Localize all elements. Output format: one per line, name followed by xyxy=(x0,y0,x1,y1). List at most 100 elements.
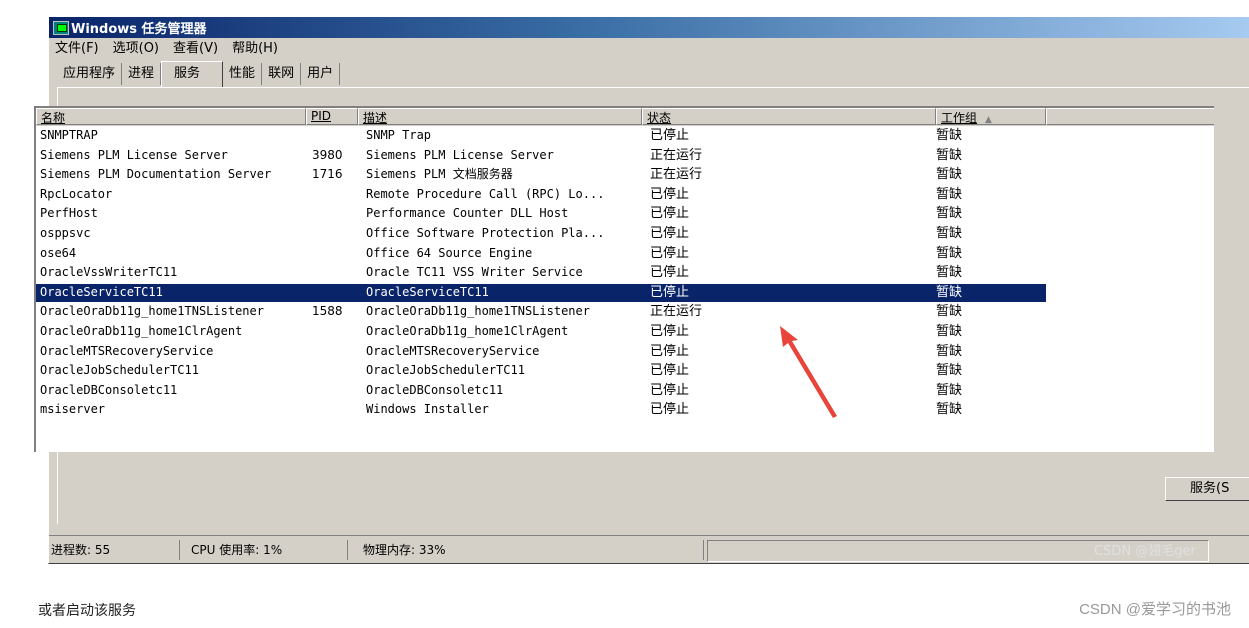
cell-name: OracleOraDb11g_home1ClrAgent xyxy=(40,323,243,338)
cell-name: Siemens PLM Documentation Server xyxy=(40,167,272,182)
list-header: 名称 PID 描述 状态 工作组 ▲ xyxy=(36,108,1214,126)
cell-group: 暂缺 xyxy=(936,402,963,418)
page-watermark: CSDN @爱学习的书池 xyxy=(1079,601,1231,618)
cell-group: 暂缺 xyxy=(936,343,963,359)
cell-status: 正在运行 xyxy=(650,147,703,163)
cell-description: Performance Counter DLL Host xyxy=(366,206,569,221)
cell-status: 已停止 xyxy=(650,382,690,398)
cell-name: OracleDBConsoletc11 xyxy=(40,382,178,397)
window-title: Windows 任务管理器 xyxy=(71,22,207,37)
cell-name: OracleMTSRecoveryService xyxy=(40,343,214,358)
column-description[interactable]: 描述 xyxy=(358,108,642,125)
cell-group: 暂缺 xyxy=(936,186,963,202)
inner-watermark: CSDN @翅毛ger xyxy=(1094,544,1196,559)
table-row[interactable]: OracleDBConsoletc11 OracleDBConsoletc11 已停… xyxy=(36,381,1214,401)
column-group[interactable]: 工作组 ▲ xyxy=(936,108,1046,125)
cell-group: 暂缺 xyxy=(936,245,963,261)
cell-status: 已停止 xyxy=(650,363,690,379)
column-name[interactable]: 名称 xyxy=(36,108,306,125)
table-row[interactable]: Siemens PLM License Server 3980 Siemens PL… xyxy=(36,146,1214,166)
cell-status: 正在运行 xyxy=(650,304,703,320)
menu-file[interactable]: 文件(F) xyxy=(55,39,99,59)
table-row[interactable]: OracleMTSRecoveryService OracleMTSRecover… xyxy=(36,342,1214,362)
cell-status: 已停止 xyxy=(650,128,690,143)
cell-group: 暂缺 xyxy=(936,206,963,222)
cell-description: Office 64 Source Engine xyxy=(366,245,533,260)
cell-description: Windows Installer xyxy=(366,402,489,417)
column-pid[interactable]: PID xyxy=(306,108,358,125)
title-bar[interactable]: Windows 任务管理器 xyxy=(49,17,1249,38)
cell-status: 已停止 xyxy=(650,323,690,339)
cell-name: osppsvc xyxy=(40,225,91,240)
tab-applications[interactable]: 应用程序 xyxy=(57,63,123,85)
table-row[interactable]: OracleJobSchedulerTC11 OracleJobScheduler… xyxy=(36,361,1214,381)
cell-group: 暂缺 xyxy=(936,323,963,339)
cpu-usage: CPU 使用率: 1% xyxy=(191,540,348,560)
table-row[interactable]: ose64 Office 64 Source Engine 已停止 暂缺 xyxy=(36,244,1214,264)
cell-name: OracleOraDb11g_home1TNSListener xyxy=(40,304,264,319)
cell-description: OracleServiceTC11 xyxy=(366,284,489,299)
menu-view[interactable]: 查看(V) xyxy=(173,39,218,59)
cell-status: 已停止 xyxy=(650,186,690,202)
column-status[interactable]: 状态 xyxy=(642,108,936,125)
cell-group: 暂缺 xyxy=(936,382,963,398)
tab-processes[interactable]: 进程 xyxy=(122,63,162,85)
table-row[interactable]: OracleOraDb11g_home1TNSListener 1588 Oracl… xyxy=(36,302,1214,322)
cell-description: Siemens PLM License Server xyxy=(366,147,554,162)
services-button[interactable]: 服务(S xyxy=(1165,477,1249,501)
cell-pid: 1588 xyxy=(312,304,343,319)
table-row-selected[interactable]: OracleServiceTC11 OracleServiceTC11 已停止 暂缺 xyxy=(36,283,1214,303)
page-caption: 或者启动该服务 xyxy=(38,602,136,618)
tab-users[interactable]: 用户 xyxy=(301,63,341,85)
cell-description: Siemens PLM 文档服务器 xyxy=(366,167,513,182)
cell-description: OracleJobSchedulerTC11 xyxy=(366,363,525,378)
cell-group: 暂缺 xyxy=(936,128,963,143)
cell-description: Office Software Protection Pla... xyxy=(366,225,605,240)
table-row[interactable]: OracleOraDb11g_home1ClrAgent OracleOraDb1… xyxy=(36,322,1214,342)
process-count: 进程数: 55 xyxy=(51,540,180,560)
cell-status: 已停止 xyxy=(650,402,690,418)
cell-description: OracleDBConsoletc11 xyxy=(366,382,504,397)
cell-status: 已停止 xyxy=(650,245,690,261)
cell-pid: 1716 xyxy=(312,167,343,182)
cell-description: SNMP Trap xyxy=(366,128,432,142)
cell-group: 暂缺 xyxy=(936,284,963,300)
tab-services[interactable]: 服务 xyxy=(161,61,224,88)
cell-status: 正在运行 xyxy=(650,167,703,183)
cell-name: PerfHost xyxy=(40,206,98,221)
cell-name: OracleJobSchedulerTC11 xyxy=(40,363,199,378)
status-bar: 进程数: 55 CPU 使用率: 1% 物理内存: 33% CSDN @翅毛ge… xyxy=(49,535,1249,562)
table-row[interactable]: Siemens PLM Documentation Server 1716 Siem… xyxy=(36,165,1214,185)
sort-ascending-icon: ▲ xyxy=(985,115,992,125)
column-extra[interactable] xyxy=(1046,108,1214,125)
menu-options[interactable]: 选项(O) xyxy=(113,39,159,59)
table-row[interactable]: msiserver Windows Installer 已停止 暂缺 xyxy=(36,400,1214,420)
cell-group: 暂缺 xyxy=(936,304,963,320)
cell-group: 暂缺 xyxy=(936,265,963,281)
cell-group: 暂缺 xyxy=(936,363,963,379)
table-row[interactable]: SNMPTRAP SNMP Trap 已停止 暂缺 xyxy=(36,126,1214,146)
tab-networking[interactable]: 联网 xyxy=(262,63,302,85)
table-row[interactable]: OracleVssWriterTC11 Oracle TC11 VSS Write… xyxy=(36,263,1214,283)
services-list[interactable]: 名称 PID 描述 状态 工作组 ▲ SNMPTRAP SNMP Trap 已停止 暂缺… xyxy=(34,106,1214,452)
cell-name: msiserver xyxy=(40,402,106,417)
cell-status: 已停止 xyxy=(650,343,690,359)
memory-usage: 物理内存: 33% xyxy=(363,540,704,560)
column-group-label: 工作组 xyxy=(941,111,978,125)
cell-group: 暂缺 xyxy=(936,167,963,183)
menu-bar: 文件(F) 选项(O) 查看(V) 帮助(H) xyxy=(55,39,292,59)
cell-description: OracleOraDb11g_home1TNSListener xyxy=(366,304,590,319)
cell-status: 已停止 xyxy=(650,206,690,222)
task-manager-icon xyxy=(53,20,69,35)
cell-pid: 3980 xyxy=(312,147,343,162)
tab-performance[interactable]: 性能 xyxy=(223,63,263,85)
table-row[interactable]: osppsvc Office Software Protection Pla...… xyxy=(36,224,1214,244)
menu-help[interactable]: 帮助(H) xyxy=(232,39,278,59)
table-row[interactable]: RpcLocator Remote Procedure Call (RPC) Lo… xyxy=(36,185,1214,205)
table-row[interactable]: PerfHost Performance Counter DLL Host 已停止 暂… xyxy=(36,204,1214,224)
cell-group: 暂缺 xyxy=(936,147,963,163)
cell-description: OracleOraDb11g_home1ClrAgent xyxy=(366,323,569,338)
cell-name: OracleVssWriterTC11 xyxy=(40,265,178,280)
cell-name: ose64 xyxy=(40,245,77,260)
cell-description: OracleMTSRecoveryService xyxy=(366,343,540,358)
